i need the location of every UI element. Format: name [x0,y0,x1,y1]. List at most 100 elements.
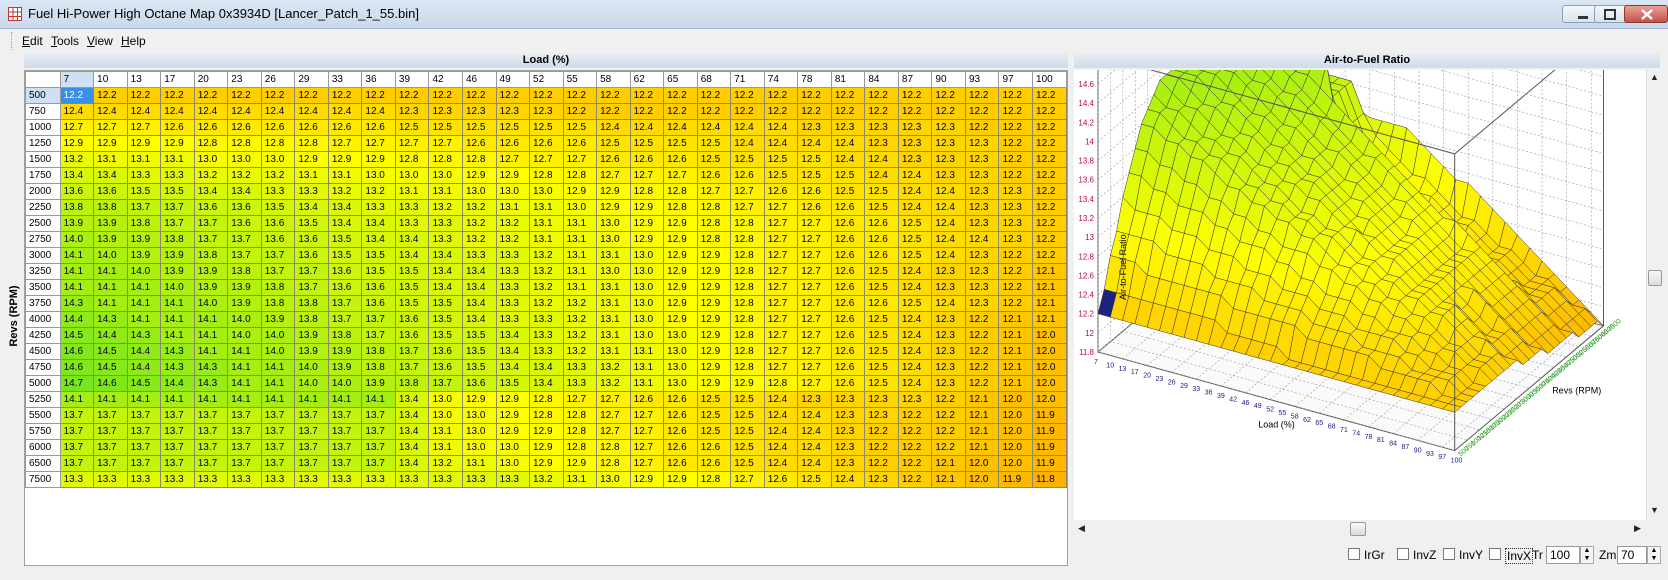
afr-cell[interactable]: 12.5 [797,167,832,184]
afr-cell[interactable]: 13.7 [327,311,363,328]
afr-cell[interactable]: 12.0 [1032,359,1067,376]
afr-cell[interactable]: 14.5 [126,375,162,392]
afr-cell[interactable]: 12.5 [797,471,832,488]
afr-cell[interactable]: 13.7 [428,375,463,392]
afr-cell[interactable]: 12.0 [1032,391,1067,408]
afr-cell[interactable]: 12.0 [998,439,1034,456]
afr-cell[interactable]: 13.2 [428,199,463,216]
afr-cell[interactable]: 12.7 [797,231,832,248]
afr-cell[interactable]: 14.0 [193,295,229,312]
load-column-header[interactable]: 93 [964,71,1000,88]
afr-cell[interactable]: 13.2 [529,263,564,280]
afr-cell[interactable]: 12.8 [696,199,732,216]
afr-cell[interactable]: 13.1 [126,151,162,168]
menu-view[interactable]: View [87,34,113,48]
afr-cell[interactable]: 12.9 [495,391,531,408]
afr-cell[interactable]: 12.4 [797,439,832,456]
afr-cell[interactable]: 13.3 [529,343,564,360]
afr-cell[interactable]: 12.4 [93,103,128,120]
afr-cell[interactable]: 12.7 [696,183,732,200]
afr-cell[interactable]: 12.9 [93,135,128,152]
afr-cell[interactable]: 12.4 [59,103,95,120]
afr-cell[interactable]: 13.4 [428,279,463,296]
afr-cell[interactable]: 13.2 [193,167,229,184]
afr-cell[interactable]: 12.4 [931,215,966,232]
afr-cell[interactable]: 13.3 [529,311,564,328]
afr-cell[interactable]: 13.2 [529,471,564,488]
afr-cell[interactable]: 12.3 [495,103,531,120]
afr-cell[interactable]: 13.2 [428,455,463,472]
afr-cell[interactable]: 11.9 [1032,407,1067,424]
afr-cell[interactable]: 12.4 [260,103,296,120]
afr-cell[interactable]: 13.5 [461,327,497,344]
afr-cell[interactable]: 12.2 [931,391,966,408]
afr-cell[interactable]: 12.2 [998,87,1034,104]
afr-cell[interactable]: 12.2 [1032,231,1067,248]
afr-cell[interactable]: 12.2 [931,423,966,440]
afr-cell[interactable]: 12.2 [931,439,966,456]
afr-cell[interactable]: 12.9 [663,247,698,264]
afr-cell[interactable]: 13.7 [361,327,396,344]
afr-cell[interactable]: 13.6 [327,279,363,296]
afr-cell[interactable]: 12.3 [998,199,1034,216]
afr-cell[interactable]: 13.7 [227,423,262,440]
afr-cell[interactable]: 13.9 [327,359,363,376]
afr-cell[interactable]: 13.7 [227,247,262,264]
afr-cell[interactable]: 13.0 [596,215,631,232]
scroll-left-icon[interactable]: ◀ [1074,521,1089,536]
afr-cell[interactable]: 12.5 [730,407,765,424]
afr-cell[interactable]: 12.6 [193,119,229,136]
afr-cell[interactable]: 12.2 [428,87,463,104]
afr-cell[interactable]: 13.7 [193,455,229,472]
afr-cell[interactable]: 12.2 [629,87,665,104]
afr-cell[interactable]: 12.2 [830,103,866,120]
afr-cell[interactable]: 14.0 [93,247,128,264]
afr-cell[interactable]: 12.0 [964,471,1000,488]
afr-cell[interactable]: 12.9 [629,215,665,232]
afr-cell[interactable]: 12.1 [998,375,1034,392]
afr-cell[interactable]: 12.8 [294,135,329,152]
afr-cell[interactable]: 12.4 [864,151,899,168]
afr-cell[interactable]: 13.4 [428,247,463,264]
afr-cell[interactable]: 13.6 [260,231,296,248]
load-column-header[interactable]: 100 [1032,71,1067,88]
afr-cell[interactable]: 13.1 [596,247,631,264]
rpm-row-header[interactable]: 1250 [25,135,61,152]
afr-cell[interactable]: 12.2 [361,87,396,104]
invx-checkbox[interactable] [1489,548,1501,560]
afr-cell[interactable]: 13.2 [461,215,497,232]
afr-cell[interactable]: 13.7 [294,263,329,280]
afr-cell[interactable]: 12.5 [864,183,899,200]
afr-cell[interactable]: 13.0 [361,167,396,184]
afr-cell[interactable]: 13.5 [461,343,497,360]
afr-cell[interactable]: 13.4 [193,183,229,200]
afr-cell[interactable]: 12.6 [797,183,832,200]
afr-cell[interactable]: 13.7 [193,215,229,232]
afr-cell[interactable]: 14.1 [126,295,162,312]
afr-cell[interactable]: 13.1 [394,183,430,200]
rpm-row-header[interactable]: 3750 [25,295,61,312]
afr-cell[interactable]: 13.7 [126,423,162,440]
afr-cell[interactable]: 13.2 [59,151,95,168]
afr-cell[interactable]: 12.4 [763,439,799,456]
afr-cell[interactable]: 12.7 [797,343,832,360]
afr-cell[interactable]: 12.4 [830,151,866,168]
afr-cell[interactable]: 12.9 [663,215,698,232]
afr-cell[interactable]: 12.0 [998,423,1034,440]
afr-cell[interactable]: 12.2 [1032,247,1067,264]
afr-cell[interactable]: 13.1 [495,199,531,216]
afr-cell[interactable]: 14.1 [160,327,195,344]
afr-cell[interactable]: 13.0 [629,327,665,344]
afr-cell[interactable]: 14.1 [160,391,195,408]
afr-cell[interactable]: 13.1 [629,343,665,360]
afr-cell[interactable]: 12.8 [763,375,799,392]
afr-cell[interactable]: 13.5 [361,263,396,280]
load-column-header[interactable]: 13 [126,71,162,88]
afr-cell[interactable]: 12.5 [864,279,899,296]
afr-cell[interactable]: 13.1 [596,279,631,296]
afr-cell[interactable]: 12.6 [830,231,866,248]
afr-cell[interactable]: 13.1 [596,327,631,344]
rpm-row-header[interactable]: 4750 [25,359,61,376]
afr-cell[interactable]: 12.2 [696,103,732,120]
afr-cell[interactable]: 12.6 [495,135,531,152]
